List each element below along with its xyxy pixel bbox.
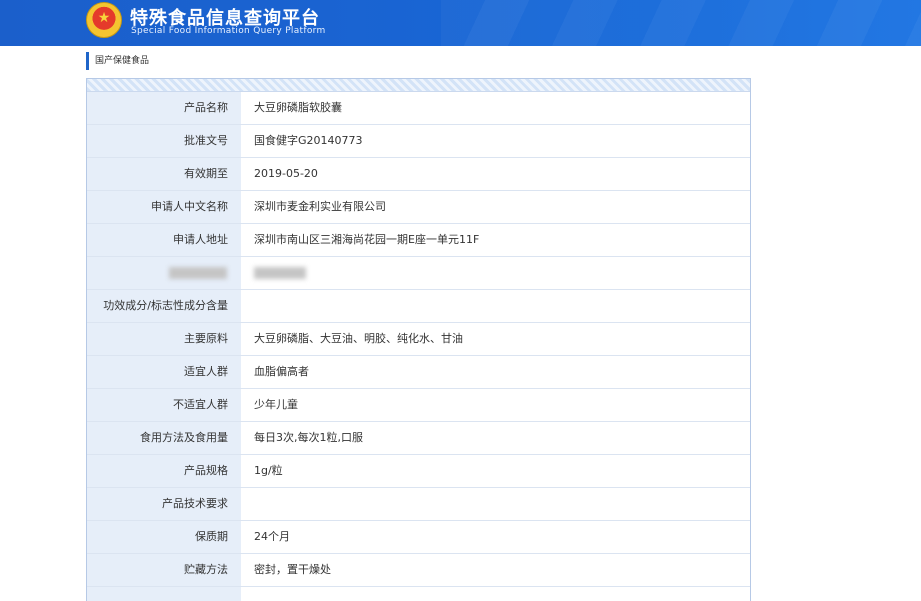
row-label: 贮藏方法 (87, 554, 241, 586)
table-row: 功效成分/标志性成分含量 (87, 290, 750, 323)
site-header: ★ 特殊食品信息查询平台 Special Food Information Qu… (0, 0, 921, 46)
table-row: 保质期 24个月 (87, 521, 750, 554)
row-value (254, 290, 750, 322)
row-value: 大豆卵磷脂软胶囊 (254, 101, 342, 114)
table-row: 批准文号 国食健字G20140773 (87, 125, 750, 158)
row-value-redacted (254, 257, 750, 289)
table-row: 食用方法及食用量 每日3次,每次1粒,口服 (87, 422, 750, 455)
row-label: 产品技术要求 (87, 488, 241, 520)
row-value: 密封，置干燥处 (254, 563, 331, 576)
row-value: 大豆卵磷脂、大豆油、明胶、纯化水、甘油 (254, 332, 463, 345)
row-label: 批准文号 (87, 125, 241, 157)
table-row: 产品规格 1g/粒 (87, 455, 750, 488)
redaction-blur (169, 267, 227, 279)
table-row: 产品技术要求 (87, 488, 750, 521)
site-subtitle: Special Food Information Query Platform (131, 26, 326, 36)
row-label-partial (87, 587, 241, 601)
row-label: 产品规格 (87, 455, 241, 487)
row-value: 少年儿童 (254, 398, 298, 411)
panel-top-border (87, 79, 750, 92)
header-decoration (441, 0, 921, 46)
row-label: 主要原料 (87, 323, 241, 355)
row-value: 每日3次,每次1粒,口服 (254, 431, 363, 444)
table-row-partial (87, 587, 750, 601)
table-row: 申请人中文名称 深圳市麦金利实业有限公司 (87, 191, 750, 224)
row-label: 保质期 (87, 521, 241, 553)
row-value: 血脂偏高者 (254, 365, 309, 378)
row-value: 1g/粒 (254, 464, 283, 477)
row-label: 不适宜人群 (87, 389, 241, 421)
row-label: 产品名称 (87, 92, 241, 124)
breadcrumb-item[interactable]: 国产保健食品 (95, 56, 149, 66)
product-detail-table: 产品名称 大豆卵磷脂软胶囊 批准文号 国食健字G20140773 有效期至 20… (86, 78, 751, 601)
row-label: 有效期至 (87, 158, 241, 190)
row-label-redacted (87, 257, 241, 289)
breadcrumb[interactable]: 国产保健食品 (86, 52, 149, 70)
table-row: 有效期至 2019-05-20 (87, 158, 750, 191)
row-value: 2019-05-20 (254, 167, 318, 180)
row-value-partial (254, 587, 750, 601)
row-label: 适宜人群 (87, 356, 241, 388)
national-emblem-icon: ★ (86, 2, 122, 38)
row-label: 申请人中文名称 (87, 191, 241, 223)
row-value (254, 488, 750, 520)
row-value: 24个月 (254, 530, 290, 543)
row-value: 国食健字G20140773 (254, 134, 363, 147)
table-row: 主要原料 大豆卵磷脂、大豆油、明胶、纯化水、甘油 (87, 323, 750, 356)
redaction-blur (254, 267, 306, 279)
table-row: 贮藏方法 密封，置干燥处 (87, 554, 750, 587)
table-row-redacted (87, 257, 750, 290)
row-value: 深圳市麦金利实业有限公司 (254, 200, 386, 213)
table-row: 申请人地址 深圳市南山区三湘海尚花园一期E座一单元11F (87, 224, 750, 257)
row-label: 申请人地址 (87, 224, 241, 256)
row-label: 功效成分/标志性成分含量 (87, 290, 241, 322)
table-row: 适宜人群 血脂偏高者 (87, 356, 750, 389)
row-label: 食用方法及食用量 (87, 422, 241, 454)
row-value: 深圳市南山区三湘海尚花园一期E座一单元11F (254, 233, 480, 246)
table-row: 产品名称 大豆卵磷脂软胶囊 (87, 92, 750, 125)
table-row: 不适宜人群 少年儿童 (87, 389, 750, 422)
